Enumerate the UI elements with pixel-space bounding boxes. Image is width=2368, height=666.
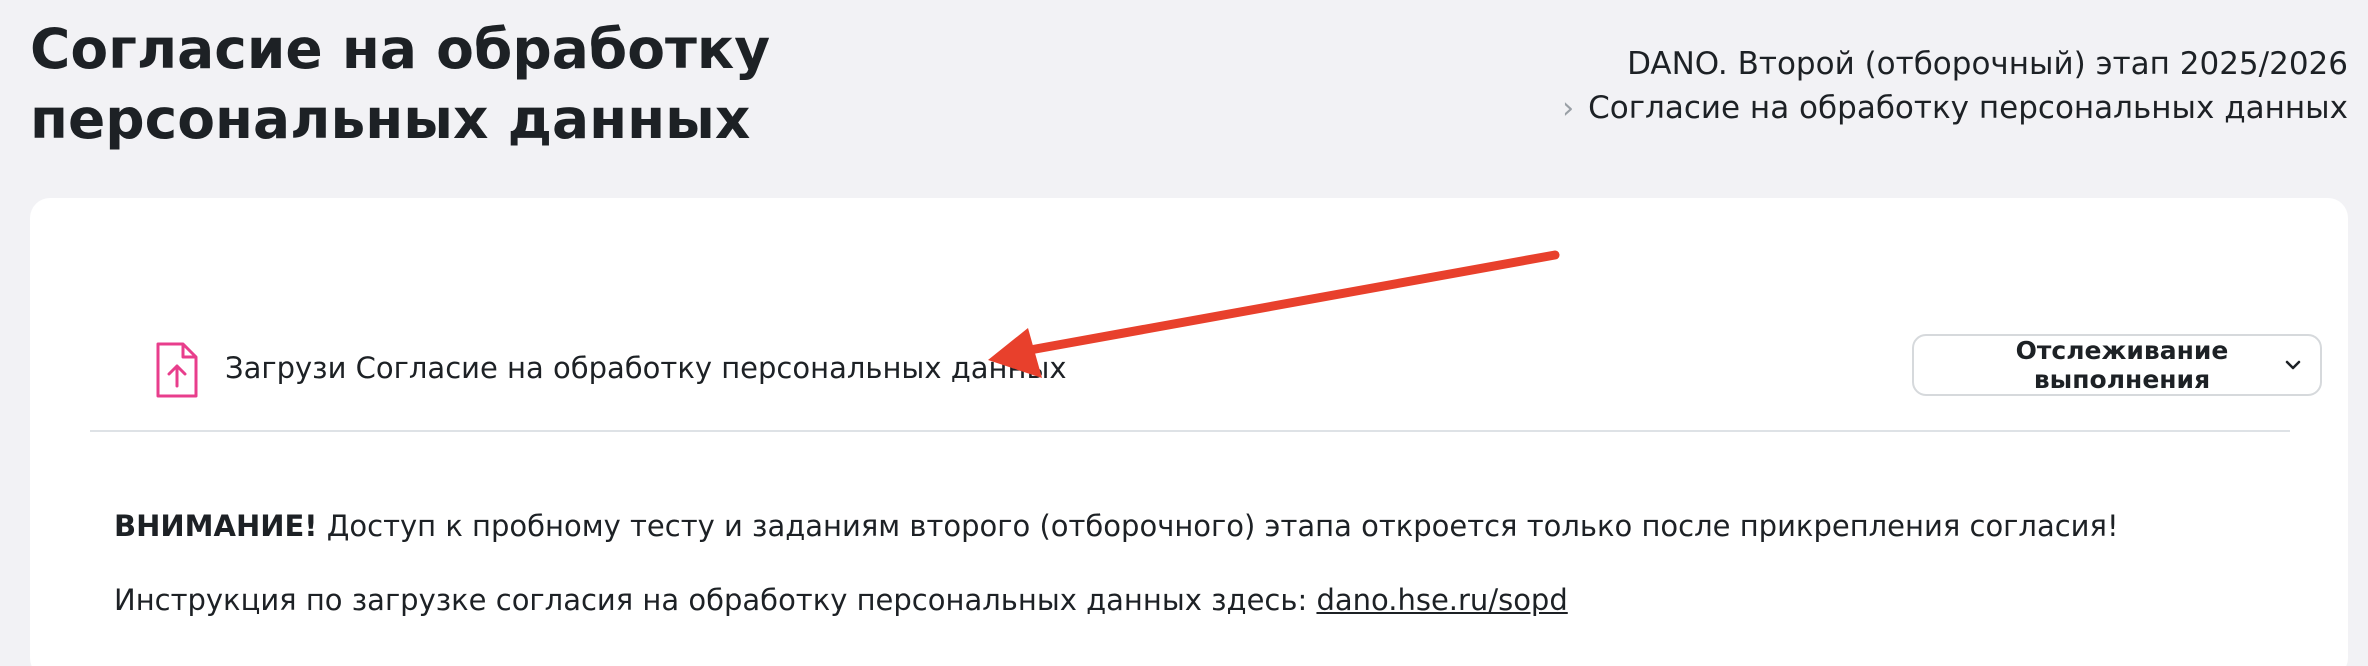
page-title: Согласие на обработку персональных данны… [30, 17, 771, 151]
file-upload-icon [152, 340, 202, 400]
activity-link[interactable]: Загрузи Согласие на обработку персональн… [225, 348, 1067, 388]
chevron-right-icon: › [1562, 91, 1575, 126]
warning-paragraph: ВНИМАНИЕ! Доступ к пробному тесту и зада… [114, 506, 2314, 546]
warning-text: Доступ к пробному тесту и заданиям второ… [317, 509, 2119, 543]
breadcrumb-current-label: Согласие на обработку персональных данны… [1588, 90, 2348, 126]
activity-row: Загрузи Согласие на обработку персональн… [90, 330, 2322, 432]
warning-label: ВНИМАНИЕ! [114, 509, 318, 543]
instruction-link[interactable]: dano.hse.ru/sopd [1316, 583, 1567, 617]
chevron-down-icon [2285, 360, 2301, 370]
instruction-text: Инструкция по загрузке согласия на обраб… [114, 583, 1317, 617]
page: Согласие на обработку персональных данны… [0, 0, 2368, 666]
completion-tracking-label: Отслеживание выполнения [2015, 336, 2229, 394]
breadcrumb-item-current[interactable]: › Согласие на обработку персональных данн… [1562, 86, 2348, 131]
breadcrumb: DANO. Второй (отборочный) этап 2025/2026… [1562, 42, 2348, 131]
completion-tracking-button[interactable]: Отслеживание выполнения [1912, 334, 2322, 396]
notice-text: ВНИМАНИЕ! Доступ к пробному тесту и зада… [114, 506, 2314, 654]
breadcrumb-item-course[interactable]: DANO. Второй (отборочный) этап 2025/2026 [1562, 42, 2348, 86]
content-card: Загрузи Согласие на обработку персональн… [30, 198, 2348, 666]
instruction-paragraph: Инструкция по загрузке согласия на обраб… [114, 580, 2314, 620]
